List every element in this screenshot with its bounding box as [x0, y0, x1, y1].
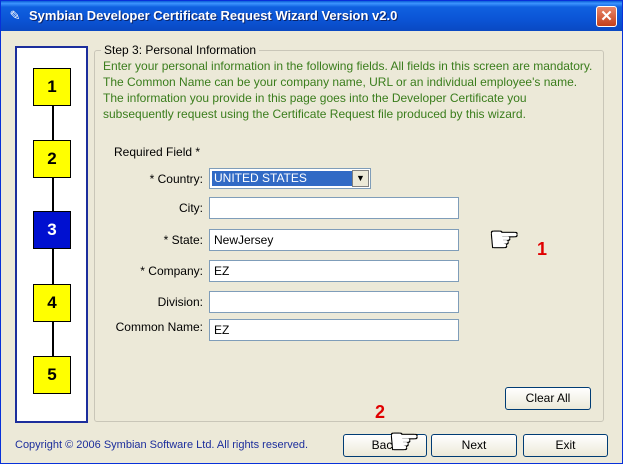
clear-all-button[interactable]: Clear All [505, 387, 591, 410]
country-select[interactable]: UNITED STATES ▼ [209, 168, 371, 189]
step-1: 1 [33, 68, 71, 106]
next-button[interactable]: Next [431, 434, 517, 457]
title-bar[interactable]: ✎ Symbian Developer Certificate Request … [1, 1, 622, 31]
company-input[interactable]: EZ [209, 260, 459, 282]
step-5: 5 [33, 356, 71, 394]
step-4: 4 [33, 284, 71, 322]
city-input[interactable] [209, 197, 459, 219]
city-label: City: [179, 201, 203, 215]
copyright-text: Copyright © 2006 Symbian Software Ltd. A… [15, 439, 309, 451]
window-title: Symbian Developer Certificate Request Wi… [29, 8, 398, 23]
step-3-current: 3 [33, 211, 71, 249]
division-input[interactable] [209, 291, 459, 313]
division-label: Division: [157, 295, 203, 309]
group-title: Step 3: Personal Information [101, 43, 260, 57]
app-icon: ✎ [9, 8, 21, 23]
annotation-marker-1: 1 [537, 239, 548, 259]
country-selected-value: UNITED STATES [211, 170, 353, 187]
step-description: Enter your personal information in the f… [103, 59, 593, 121]
common-name-label: Common Name: [115, 320, 203, 334]
step-2: 2 [33, 140, 71, 178]
common-name-input[interactable]: EZ [209, 319, 459, 341]
pointing-hand-icon: ☛ [389, 423, 420, 461]
exit-button[interactable]: Exit [523, 434, 608, 457]
state-label: * State: [163, 233, 203, 247]
steps-panel: 1 2 3 4 5 [15, 46, 88, 423]
close-button[interactable]: ✕ [596, 6, 617, 27]
state-input[interactable]: NewJersey [209, 229, 459, 251]
annotation-marker-2: 2 [375, 402, 386, 422]
dropdown-arrow-icon[interactable]: ▼ [352, 170, 369, 187]
company-label: * Company: [140, 264, 203, 278]
required-field-note: Required Field * [114, 145, 201, 159]
wizard-window: ✎ Symbian Developer Certificate Request … [0, 0, 623, 464]
pointing-hand-icon: ☛ [489, 221, 520, 259]
country-label: * Country: [149, 172, 203, 186]
